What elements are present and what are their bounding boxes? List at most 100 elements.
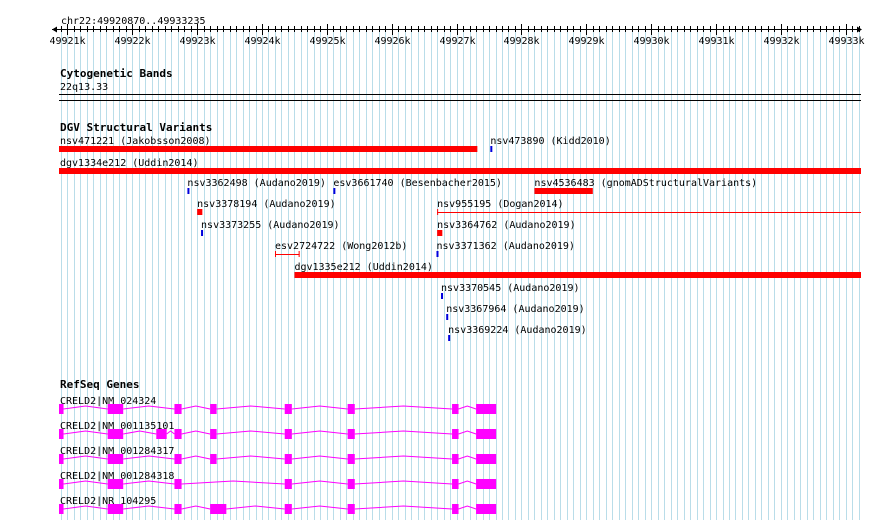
variant-label: dgv1334e212 (Uddin2014) — [60, 158, 198, 169]
variant-marker[interactable] — [201, 230, 204, 236]
intron-line — [216, 430, 285, 435]
ruler-tick-label: 49928k — [503, 36, 539, 47]
variant-label: nsv3370545 (Audano2019) — [441, 283, 579, 294]
genome-browser-canvas[interactable]: chr22:49920870..49933235 49921k 49922k 499… — [0, 0, 890, 520]
variant-label: nsv3364762 (Audano2019) — [437, 220, 575, 231]
exon-block[interactable] — [452, 479, 459, 489]
intron-line — [458, 455, 477, 460]
exon-block[interactable] — [156, 429, 167, 439]
exon-block[interactable] — [59, 404, 64, 414]
exon-block[interactable] — [476, 429, 497, 439]
exon-block[interactable] — [284, 404, 292, 414]
exon-block[interactable] — [107, 479, 124, 489]
exon-block[interactable] — [347, 429, 355, 439]
variant-marker[interactable] — [490, 146, 493, 152]
intron-line — [216, 405, 285, 410]
exon-block[interactable] — [476, 479, 497, 489]
variant-bar[interactable] — [534, 188, 593, 194]
cytoband-track: Cytogenetic Bands 22q13.33 — [59, 67, 861, 101]
exon-block[interactable] — [174, 454, 182, 464]
exon-block[interactable] — [452, 404, 459, 414]
ruler-tick-label: 49926k — [374, 36, 410, 47]
variant-block[interactable] — [437, 230, 443, 236]
exon-block[interactable] — [476, 454, 497, 464]
exon-block[interactable] — [476, 404, 497, 414]
variant-label: nsv3373255 (Audano2019) — [201, 220, 339, 231]
variant-bar[interactable] — [59, 146, 478, 152]
exon-block[interactable] — [476, 504, 497, 514]
variant-label: nsv471221 (Jakobsson2008) — [60, 136, 211, 147]
intron-line — [181, 405, 211, 410]
exon-block[interactable] — [107, 504, 124, 514]
exon-block[interactable] — [347, 479, 355, 489]
exon-block[interactable] — [174, 479, 182, 489]
exon-block[interactable] — [59, 504, 64, 514]
variant-label: nsv3362498 (Audano2019) — [187, 178, 325, 189]
exon-block[interactable] — [284, 429, 292, 439]
exon-block[interactable] — [347, 504, 355, 514]
region-label: chr22:49920870..49933235 — [61, 16, 206, 27]
exon-block[interactable] — [59, 454, 64, 464]
variant-marker[interactable] — [448, 335, 451, 341]
exon-block[interactable] — [107, 404, 124, 414]
dgv-track: DGV Structural Variants nsv471221 (Jakob… — [59, 121, 861, 341]
intron-line — [216, 455, 285, 460]
variant-marker[interactable] — [187, 188, 190, 194]
exon-block[interactable] — [107, 454, 124, 464]
exon-block[interactable] — [284, 504, 292, 514]
intron-line — [291, 405, 348, 410]
variant-bar[interactable] — [294, 272, 861, 278]
ruler-tick-label: 49929k — [568, 36, 604, 47]
variant-label: esv3661740 (Besenbacher2015) — [333, 178, 502, 189]
exon-block[interactable] — [210, 404, 217, 414]
ruler-tick-label: 49922k — [114, 36, 150, 47]
exon-block[interactable] — [284, 454, 292, 464]
variant-label: esv2724722 (Wong2012b) — [275, 241, 407, 252]
intron-line — [181, 455, 211, 460]
exon-block[interactable] — [174, 504, 182, 514]
intron-line — [291, 480, 348, 485]
dgv-track-title: DGV Structural Variants — [60, 121, 212, 134]
exon-block[interactable] — [59, 479, 64, 489]
variant-label: dgv1335e212 (Uddin2014) — [294, 262, 432, 273]
variant-block[interactable] — [197, 209, 203, 215]
ruler-tick-label: 49932k — [763, 36, 799, 47]
variant-label: nsv3367964 (Audano2019) — [446, 304, 584, 315]
exon-block[interactable] — [452, 454, 459, 464]
variant-label: nsv955195 (Dogan2014) — [437, 199, 563, 210]
ruler-left-arrow — [52, 26, 57, 33]
variant-marker[interactable] — [436, 251, 439, 257]
intron-line — [291, 505, 348, 510]
exon-block[interactable] — [347, 454, 355, 464]
refseq-track-title: RefSeq Genes — [60, 378, 139, 391]
exon-block[interactable] — [347, 404, 355, 414]
exon-block[interactable] — [452, 429, 459, 439]
ruler-tick-label: 49921k — [49, 36, 85, 47]
exon-block[interactable] — [174, 404, 182, 414]
intron-line — [181, 505, 211, 510]
exon-block[interactable] — [210, 429, 217, 439]
variant-marker[interactable] — [441, 293, 444, 299]
ruler-tick-label: 49927k — [439, 36, 475, 47]
cytoband-track-title: Cytogenetic Bands — [60, 67, 173, 80]
exon-block[interactable] — [210, 504, 227, 514]
refseq-track: RefSeq Genes CRELD2|NM_024324CRELD2|NM_0… — [59, 378, 497, 514]
ruler-tick-label: 49931k — [698, 36, 734, 47]
exon-block[interactable] — [452, 504, 459, 514]
exon-block[interactable] — [174, 429, 182, 439]
exon-block[interactable] — [284, 479, 292, 489]
variant-label: nsv4536483 (gnomADStructuralVariants) — [534, 178, 757, 189]
exon-block[interactable] — [107, 429, 124, 439]
intron-line — [291, 455, 348, 460]
variant-bar[interactable] — [59, 168, 861, 174]
ruler-tick-label: 49930k — [633, 36, 669, 47]
intron-line — [458, 505, 477, 510]
variant-label: nsv3369224 (Audano2019) — [448, 325, 586, 336]
intron-line — [458, 405, 477, 410]
exon-block[interactable] — [210, 454, 217, 464]
variant-marker[interactable] — [333, 188, 336, 194]
ruler-tick-label: 49933k — [828, 36, 864, 47]
ruler-tick-label: 49925k — [309, 36, 345, 47]
exon-block[interactable] — [59, 429, 64, 439]
variant-marker[interactable] — [446, 314, 449, 320]
